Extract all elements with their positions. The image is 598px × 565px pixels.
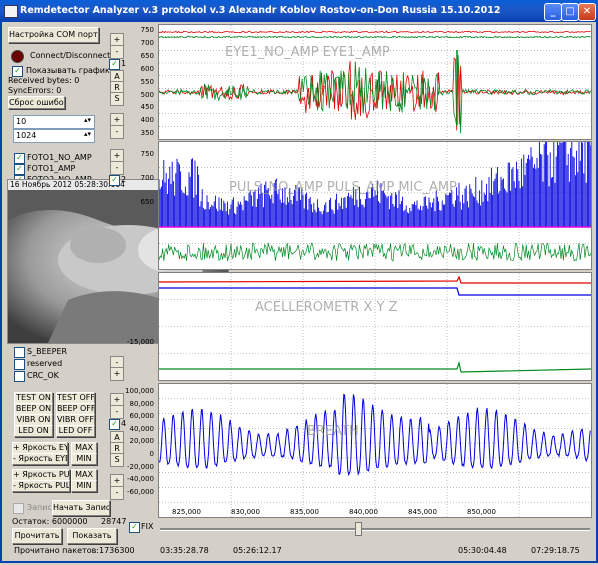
param-input-2[interactable]: 1024 [13, 129, 95, 143]
breath-chart [158, 384, 591, 517]
channel-label: CRC_OK [27, 371, 59, 380]
time-slider-thumb[interactable] [355, 522, 362, 536]
breath-chart-panel: BREATH [158, 383, 592, 518]
packets-read: Прочитано пакетов:1736300 [14, 546, 135, 555]
y-tick-label: -20,000 [126, 462, 154, 471]
scale-minus-button[interactable]: - [110, 161, 124, 175]
channel-label: FOTO1_NO_AMP [27, 153, 92, 162]
spin-icon[interactable]: ▴▾ [84, 116, 94, 127]
window-title: Remdetector Analyzer v.3 protokol v.3 Al… [20, 5, 501, 16]
led-off-button[interactable]: LED OFF [56, 425, 95, 437]
x-tick-label: 830,000 [231, 508, 260, 516]
param-input-1[interactable]: 10 [13, 115, 95, 129]
puls-min-button[interactable]: MIN [71, 480, 97, 492]
show-graphs-label: Показывать графики [26, 66, 116, 75]
y-tick-label: 550 [140, 77, 154, 86]
y-tick-label: 500 [140, 90, 154, 99]
remain-label: Остаток: 6000000 [12, 517, 88, 526]
y-tick-label: 350 [140, 129, 154, 138]
eye-chart [158, 25, 591, 139]
start-record-button[interactable]: Начать Запись [52, 500, 110, 516]
spin-icon[interactable]: ▴▾ [84, 130, 94, 141]
y-tick-label: 700 [140, 38, 154, 47]
accel-series-z [159, 360, 592, 373]
x-tick-label: 840,000 [349, 508, 378, 516]
sync-errors: SyncErrors: 0 [8, 86, 62, 95]
channel-label: FOTO1_AMP [27, 164, 76, 173]
x-tick-label: 850,000 [467, 508, 496, 516]
channel-checkbox[interactable]: ✓ [14, 153, 25, 164]
x-tick-label: 845,000 [408, 508, 437, 516]
title-bar: Remdetector Analyzer v.3 protokol v.3 Al… [0, 0, 598, 22]
time-label: 05:30:04.48 [458, 546, 507, 555]
fix-label: FIX [141, 522, 154, 531]
x-tick-label: 825,000 [172, 508, 201, 516]
minimize-button[interactable]: _ [544, 3, 562, 21]
connect-label: Connect/Disconnect [30, 51, 111, 60]
y-tick-label: 600 [140, 64, 154, 73]
scale-plus-button[interactable]: + [110, 367, 124, 381]
brightness-puls-minus-button[interactable]: - Яркость PULS [12, 480, 70, 492]
y-tick-label: 100,000 [125, 387, 154, 395]
record-label: Запис [27, 503, 52, 512]
y-tick-label: 0 [149, 450, 154, 458]
puls-chart [158, 124, 592, 269]
app-icon [4, 5, 18, 18]
y-tick-label: 60,000 [129, 412, 155, 421]
y-tick-label: -60,000 [126, 487, 154, 496]
y-tick-label: 750 [140, 26, 154, 34]
com-settings-button[interactable]: Настройка COM порта [8, 27, 99, 43]
puls-series-green [158, 242, 592, 262]
accel-chart-panel: ACELLEROMETR X Y Z [158, 272, 592, 381]
remain-value: 28747 [101, 517, 127, 526]
channel-label: reserved [27, 359, 63, 368]
maximize-button[interactable]: □ [561, 3, 579, 21]
received-bytes: Received bytes: 0 [8, 76, 80, 85]
time-label: 07:29:18.75 [531, 546, 580, 555]
breath-series-blue [158, 393, 591, 477]
close-button[interactable]: ✕ [578, 3, 596, 21]
y-tick-label: 650 [140, 51, 154, 60]
connect-radio[interactable] [11, 50, 24, 63]
y-tick-label: -40,000 [126, 475, 154, 484]
reset-errors-button[interactable]: Сброс ошибок [8, 96, 65, 109]
y-tick-label: 20,000 [129, 437, 155, 446]
y-tick-label: 700 [140, 174, 154, 182]
show-button[interactable]: Показать [67, 528, 117, 544]
y-tick-label: -15,000 [126, 338, 154, 346]
time-label: 03:35:28.78 [160, 546, 209, 555]
time-slider-track[interactable] [160, 528, 590, 531]
fix-checkbox[interactable]: ✓ [129, 522, 140, 533]
record-checkbox[interactable] [13, 503, 24, 514]
led-on-button[interactable]: LED ON [14, 425, 53, 437]
y-tick-label: 750 [140, 150, 154, 158]
y-tick-label: 40,000 [129, 424, 155, 433]
channel-checkbox[interactable] [14, 359, 25, 370]
channel-checkbox[interactable]: ✓ [14, 164, 25, 175]
read-button[interactable]: Прочитать [12, 528, 62, 544]
channel-checkbox[interactable] [14, 371, 25, 382]
eye-min-button[interactable]: MIN [71, 453, 97, 465]
accel-chart [158, 273, 592, 380]
y-tick-label: 650 [140, 198, 154, 206]
channel-checkbox[interactable] [14, 347, 25, 358]
eye-chart-panel: EYE1_NO_AMP EYE1_AMP [158, 24, 592, 140]
y-tick-label: 400 [140, 116, 154, 125]
y-tick-label: 450 [140, 103, 154, 112]
puls-chart-panel: PULS_NO_AMP PULS_AMP MIC_AMP [158, 124, 592, 270]
channel-label: S_BEEPER [27, 347, 68, 356]
x-tick-label: 835,000 [290, 508, 319, 516]
y-tick-label: 80,000 [129, 399, 155, 408]
time-label: 05:26:12.17 [233, 546, 282, 555]
brightness-eye-minus-button[interactable]: - Яркость EYE [12, 453, 68, 465]
